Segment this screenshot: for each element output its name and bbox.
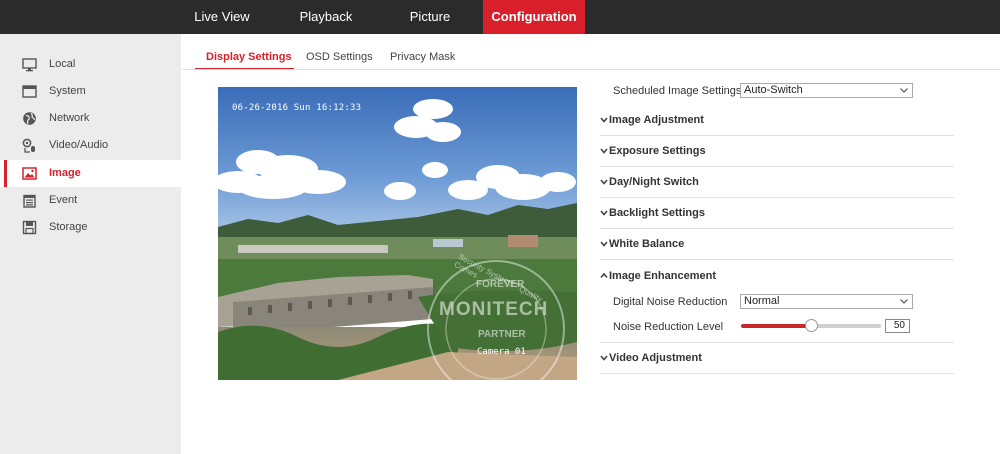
topnav-playback[interactable]: Playback [286, 0, 366, 34]
sidebar-item-event[interactable]: Event [0, 187, 181, 214]
sidebar: Local System Network Video/Audio Image E… [0, 34, 181, 454]
calendar-icon [23, 194, 36, 208]
caret-down-icon [600, 179, 608, 185]
monitor-icon [22, 58, 37, 72]
sidebar-item-network[interactable]: Network [0, 105, 181, 132]
noise-reduction-level-input[interactable]: 50 [885, 319, 910, 333]
topnav-configuration[interactable]: Configuration [483, 0, 585, 34]
scheduled-image-settings-select[interactable]: Auto-Switch [740, 83, 913, 98]
tab-display-settings[interactable]: Display Settings [195, 44, 294, 70]
chevron-down-icon [900, 299, 908, 304]
caret-down-icon [600, 210, 608, 216]
caret-up-icon [600, 272, 608, 279]
globe-icon [23, 112, 36, 125]
section-day-night-switch[interactable]: Day/Night Switch [600, 167, 954, 198]
caret-down-icon [600, 148, 608, 154]
tab-privacy-mask[interactable]: Privacy Mask [390, 44, 455, 70]
osd-timestamp: 06-26-2016 Sun 16:12:33 [232, 103, 362, 113]
section-video-adjustment[interactable]: Video Adjustment [600, 343, 954, 374]
topnav-picture[interactable]: Picture [390, 0, 470, 34]
top-navigation-bar: Live View Playback Picture Configuration [0, 0, 1000, 34]
slider-fill [741, 324, 811, 328]
picture-icon [22, 167, 37, 180]
noise-reduction-level-slider[interactable] [741, 319, 881, 332]
slider-thumb[interactable] [805, 319, 818, 332]
section-title: Video Adjustment [609, 352, 702, 364]
sidebar-item-label: Network [49, 112, 90, 124]
section-title: Day/Night Switch [609, 176, 699, 188]
tab-osd-settings[interactable]: OSD Settings [306, 44, 373, 70]
sidebar-item-video-audio[interactable]: Video/Audio [0, 132, 181, 159]
digital-noise-reduction-select[interactable]: Normal [740, 294, 913, 309]
caret-down-icon [600, 355, 608, 361]
section-exposure-settings[interactable]: Exposure Settings [600, 136, 954, 167]
chevron-down-icon [900, 88, 908, 93]
sidebar-item-label: Local [49, 58, 76, 70]
microphone-icon [22, 138, 35, 153]
sidebar-item-label: System [49, 85, 86, 97]
digital-noise-reduction-value: Normal [744, 295, 780, 307]
sidebar-item-local[interactable]: Local [0, 51, 181, 78]
sidebar-item-storage[interactable]: Storage [0, 214, 181, 241]
section-title: Exposure Settings [609, 145, 706, 157]
section-image-adjustment[interactable]: Image Adjustment [600, 105, 954, 136]
section-title: Backlight Settings [609, 207, 705, 219]
section-title: Image Enhancement [609, 270, 716, 282]
section-backlight-settings[interactable]: Backlight Settings [600, 198, 954, 229]
section-title: Image Adjustment [609, 114, 704, 126]
section-image-enhancement[interactable]: Image Enhancement [600, 261, 954, 285]
section-white-balance[interactable]: White Balance [600, 229, 954, 260]
sidebar-item-system[interactable]: System [0, 78, 181, 105]
sidebar-item-label: Video/Audio [49, 139, 109, 151]
watermark-bottom-text: PARTNER [478, 329, 526, 340]
section-title: White Balance [609, 238, 685, 250]
disk-icon [22, 220, 37, 235]
sidebar-item-label: Storage [49, 221, 88, 233]
sidebar-item-image[interactable]: Image [0, 160, 181, 187]
window-icon [22, 85, 37, 98]
tabs-divider [182, 69, 1000, 70]
caret-down-icon [600, 241, 608, 247]
caret-down-icon [600, 117, 608, 123]
osd-camera-name: Camera 01 [477, 347, 526, 357]
camera-preview: 06-26-2016 Sun 16:12:33 FOREVER MONITECH… [218, 87, 577, 380]
noise-reduction-level-label: Noise Reduction Level [613, 321, 724, 333]
scheduled-image-settings-value: Auto-Switch [744, 84, 803, 96]
scheduled-image-settings-label: Scheduled Image Settings [613, 85, 742, 97]
sidebar-item-label: Image [49, 167, 81, 179]
topnav-live-view[interactable]: Live View [182, 0, 262, 34]
digital-noise-reduction-label: Digital Noise Reduction [613, 296, 728, 308]
sidebar-item-label: Event [49, 194, 78, 206]
